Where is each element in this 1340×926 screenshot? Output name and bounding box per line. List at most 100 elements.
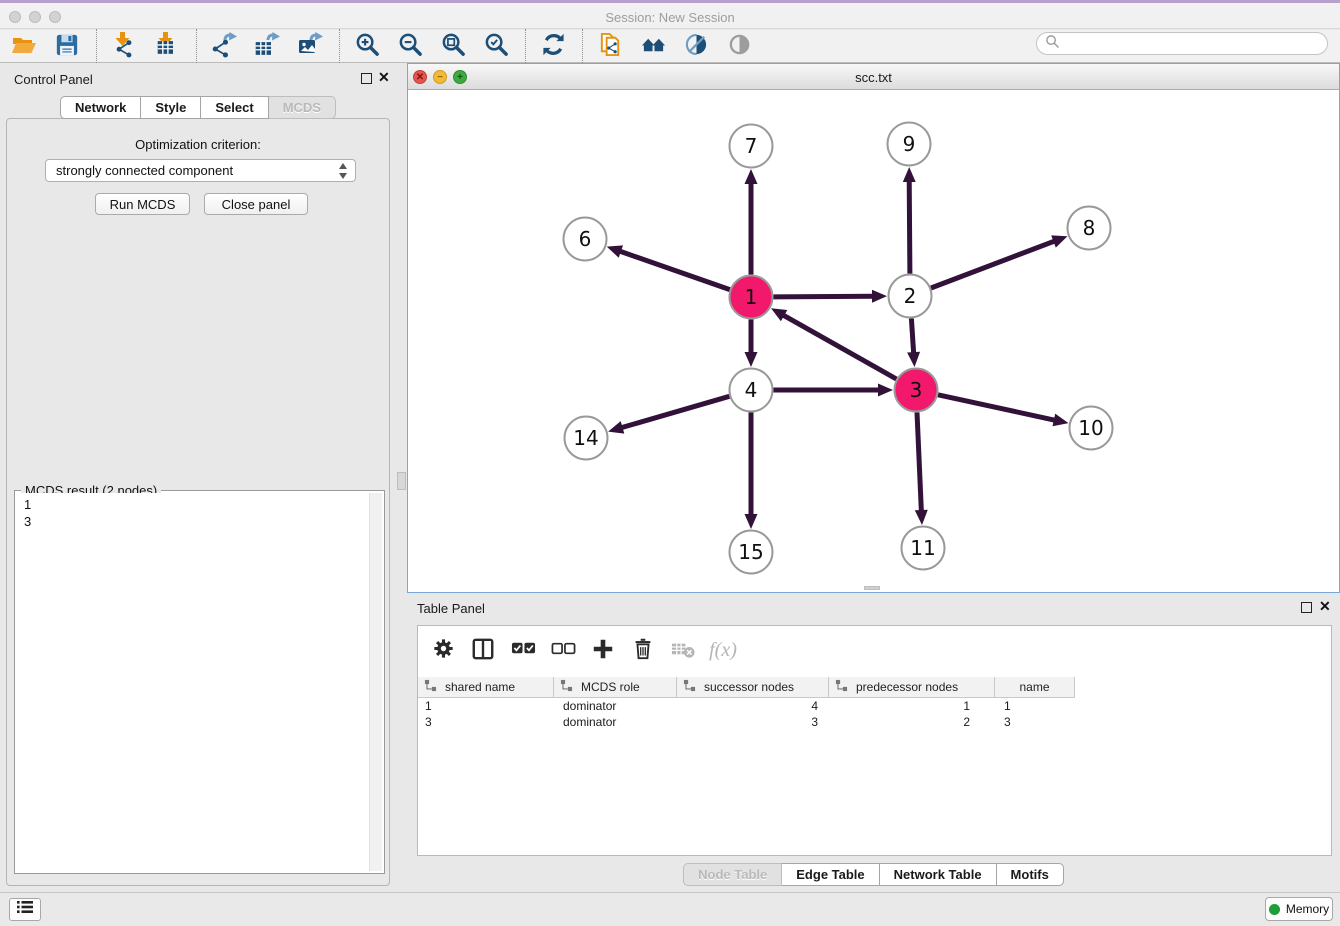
node-9[interactable]: 9 bbox=[888, 123, 931, 166]
export-table-button[interactable] bbox=[253, 32, 281, 60]
node-1[interactable]: 1 bbox=[730, 276, 773, 319]
edge-1-7[interactable] bbox=[745, 169, 758, 275]
cell-mcds-role[interactable]: dominator bbox=[554, 698, 677, 714]
criterion-value: strongly connected component bbox=[56, 163, 233, 178]
node-10[interactable]: 10 bbox=[1070, 407, 1113, 450]
tab-edge-table[interactable]: Edge Table bbox=[782, 863, 879, 886]
node-4[interactable]: 4 bbox=[730, 369, 773, 412]
column-type-icon bbox=[677, 679, 704, 695]
task-history-button[interactable] bbox=[9, 898, 41, 921]
edge-2-3[interactable] bbox=[907, 319, 920, 368]
network-scroll-grip[interactable] bbox=[864, 586, 880, 590]
import-table-button[interactable] bbox=[153, 32, 181, 60]
status-bar: Memory bbox=[0, 892, 1340, 926]
control-panel-float-button[interactable] bbox=[361, 73, 372, 84]
column-header-shared-name[interactable]: shared name bbox=[418, 677, 554, 697]
export-network-button[interactable] bbox=[210, 32, 238, 60]
edge-3-11[interactable] bbox=[915, 413, 928, 526]
edge-1-4[interactable] bbox=[745, 320, 758, 368]
deselect-all-rows-button[interactable] bbox=[548, 635, 578, 665]
toolbar-separator bbox=[196, 29, 197, 63]
import-network-button[interactable] bbox=[110, 32, 138, 60]
cell-predecessor-nodes[interactable]: 2 bbox=[829, 714, 995, 730]
column-header-predecessor-nodes[interactable]: predecessor nodes bbox=[829, 677, 995, 697]
zoom-selected-button[interactable] bbox=[482, 32, 510, 60]
svg-text:10: 10 bbox=[1078, 416, 1103, 440]
tab-node-table[interactable]: Node Table bbox=[683, 863, 782, 886]
node-6[interactable]: 6 bbox=[564, 218, 607, 261]
tab-mcds[interactable]: MCDS bbox=[269, 96, 336, 119]
node-14[interactable]: 14 bbox=[565, 417, 608, 460]
memory-button[interactable]: Memory bbox=[1265, 897, 1333, 921]
apply-function-button[interactable]: f(x) bbox=[708, 635, 738, 665]
node-15[interactable]: 15 bbox=[730, 531, 773, 574]
edge-2-9[interactable] bbox=[903, 167, 916, 274]
column-header-name[interactable]: name bbox=[995, 677, 1075, 697]
tab-network-table[interactable]: Network Table bbox=[880, 863, 997, 886]
table-row[interactable]: 1dominator411 bbox=[418, 698, 1075, 714]
cell-mcds-role[interactable]: dominator bbox=[554, 714, 677, 730]
column-layout-button[interactable] bbox=[468, 635, 498, 665]
cell-name[interactable]: 3 bbox=[995, 714, 1075, 730]
import-table-icon bbox=[154, 32, 180, 61]
network-view-titlebar: ✕ − + scc.txt bbox=[408, 64, 1339, 90]
cell-successor-nodes[interactable]: 4 bbox=[677, 698, 829, 714]
table-row[interactable]: 3dominator323 bbox=[418, 714, 1075, 730]
graphics-details-button[interactable] bbox=[682, 32, 710, 60]
svg-text:1: 1 bbox=[745, 285, 758, 309]
node-11[interactable]: 11 bbox=[902, 527, 945, 570]
node-2[interactable]: 2 bbox=[889, 275, 932, 318]
save-session-button[interactable] bbox=[53, 32, 81, 60]
edge-4-15[interactable] bbox=[745, 413, 758, 530]
edge-3-10[interactable] bbox=[938, 395, 1069, 427]
cell-shared-name[interactable]: 3 bbox=[418, 714, 554, 730]
tab-motifs[interactable]: Motifs bbox=[997, 863, 1064, 886]
memory-status-icon bbox=[1269, 904, 1280, 915]
node-7[interactable]: 7 bbox=[730, 125, 773, 168]
first-neighbors-button[interactable] bbox=[639, 32, 667, 60]
table-settings-button[interactable] bbox=[428, 635, 458, 665]
export-image-button[interactable] bbox=[296, 32, 324, 60]
tab-network[interactable]: Network bbox=[60, 96, 141, 119]
zoom-in-button[interactable] bbox=[353, 32, 381, 60]
tab-select[interactable]: Select bbox=[201, 96, 268, 119]
select-all-rows-button[interactable] bbox=[508, 635, 538, 665]
delete-row-button[interactable] bbox=[628, 635, 658, 665]
criterion-dropdown[interactable]: strongly connected component bbox=[45, 159, 356, 182]
edge-1-2[interactable] bbox=[774, 290, 888, 303]
edge-1-6[interactable] bbox=[607, 245, 730, 289]
table-panel-float-button[interactable] bbox=[1301, 602, 1312, 613]
hide-details-button[interactable] bbox=[725, 32, 753, 60]
zoom-fit-button[interactable] bbox=[439, 32, 467, 60]
table-panel-tabs: Node TableEdge TableNetwork TableMotifs bbox=[407, 863, 1340, 886]
svg-text:6: 6 bbox=[579, 227, 592, 251]
delete-table-button[interactable] bbox=[668, 635, 698, 665]
edge-3-1[interactable] bbox=[771, 308, 896, 379]
column-header-mcds-role[interactable]: MCDS role bbox=[554, 677, 677, 697]
add-row-button[interactable] bbox=[588, 635, 618, 665]
edge-4-14[interactable] bbox=[608, 396, 729, 433]
run-mcds-button[interactable]: Run MCDS bbox=[95, 193, 190, 215]
search-input[interactable] bbox=[1060, 37, 1319, 51]
result-scrollbar[interactable] bbox=[369, 493, 382, 871]
node-3[interactable]: 3 bbox=[895, 369, 938, 412]
clone-network-button[interactable] bbox=[596, 32, 624, 60]
cell-name[interactable]: 1 bbox=[995, 698, 1075, 714]
close-panel-button[interactable]: Close panel bbox=[204, 193, 308, 215]
cell-successor-nodes[interactable]: 3 bbox=[677, 714, 829, 730]
panel-splitter-grip[interactable] bbox=[397, 472, 406, 490]
node-8[interactable]: 8 bbox=[1068, 207, 1111, 250]
mcds-result-textarea[interactable]: 13 bbox=[17, 493, 382, 871]
cell-shared-name[interactable]: 1 bbox=[418, 698, 554, 714]
table-panel-close-button[interactable]: ✕ bbox=[1319, 601, 1331, 612]
control-panel-close-button[interactable]: ✕ bbox=[378, 72, 390, 83]
tab-style[interactable]: Style bbox=[141, 96, 201, 119]
column-header-successor-nodes[interactable]: successor nodes bbox=[677, 677, 829, 697]
column-type-icon bbox=[418, 679, 445, 695]
cell-predecessor-nodes[interactable]: 1 bbox=[829, 698, 995, 714]
zoom-out-button[interactable] bbox=[396, 32, 424, 60]
edge-4-3[interactable] bbox=[774, 384, 894, 397]
open-session-button[interactable] bbox=[10, 32, 38, 60]
refresh-layout-button[interactable] bbox=[539, 32, 567, 60]
edge-2-8[interactable] bbox=[931, 235, 1068, 288]
